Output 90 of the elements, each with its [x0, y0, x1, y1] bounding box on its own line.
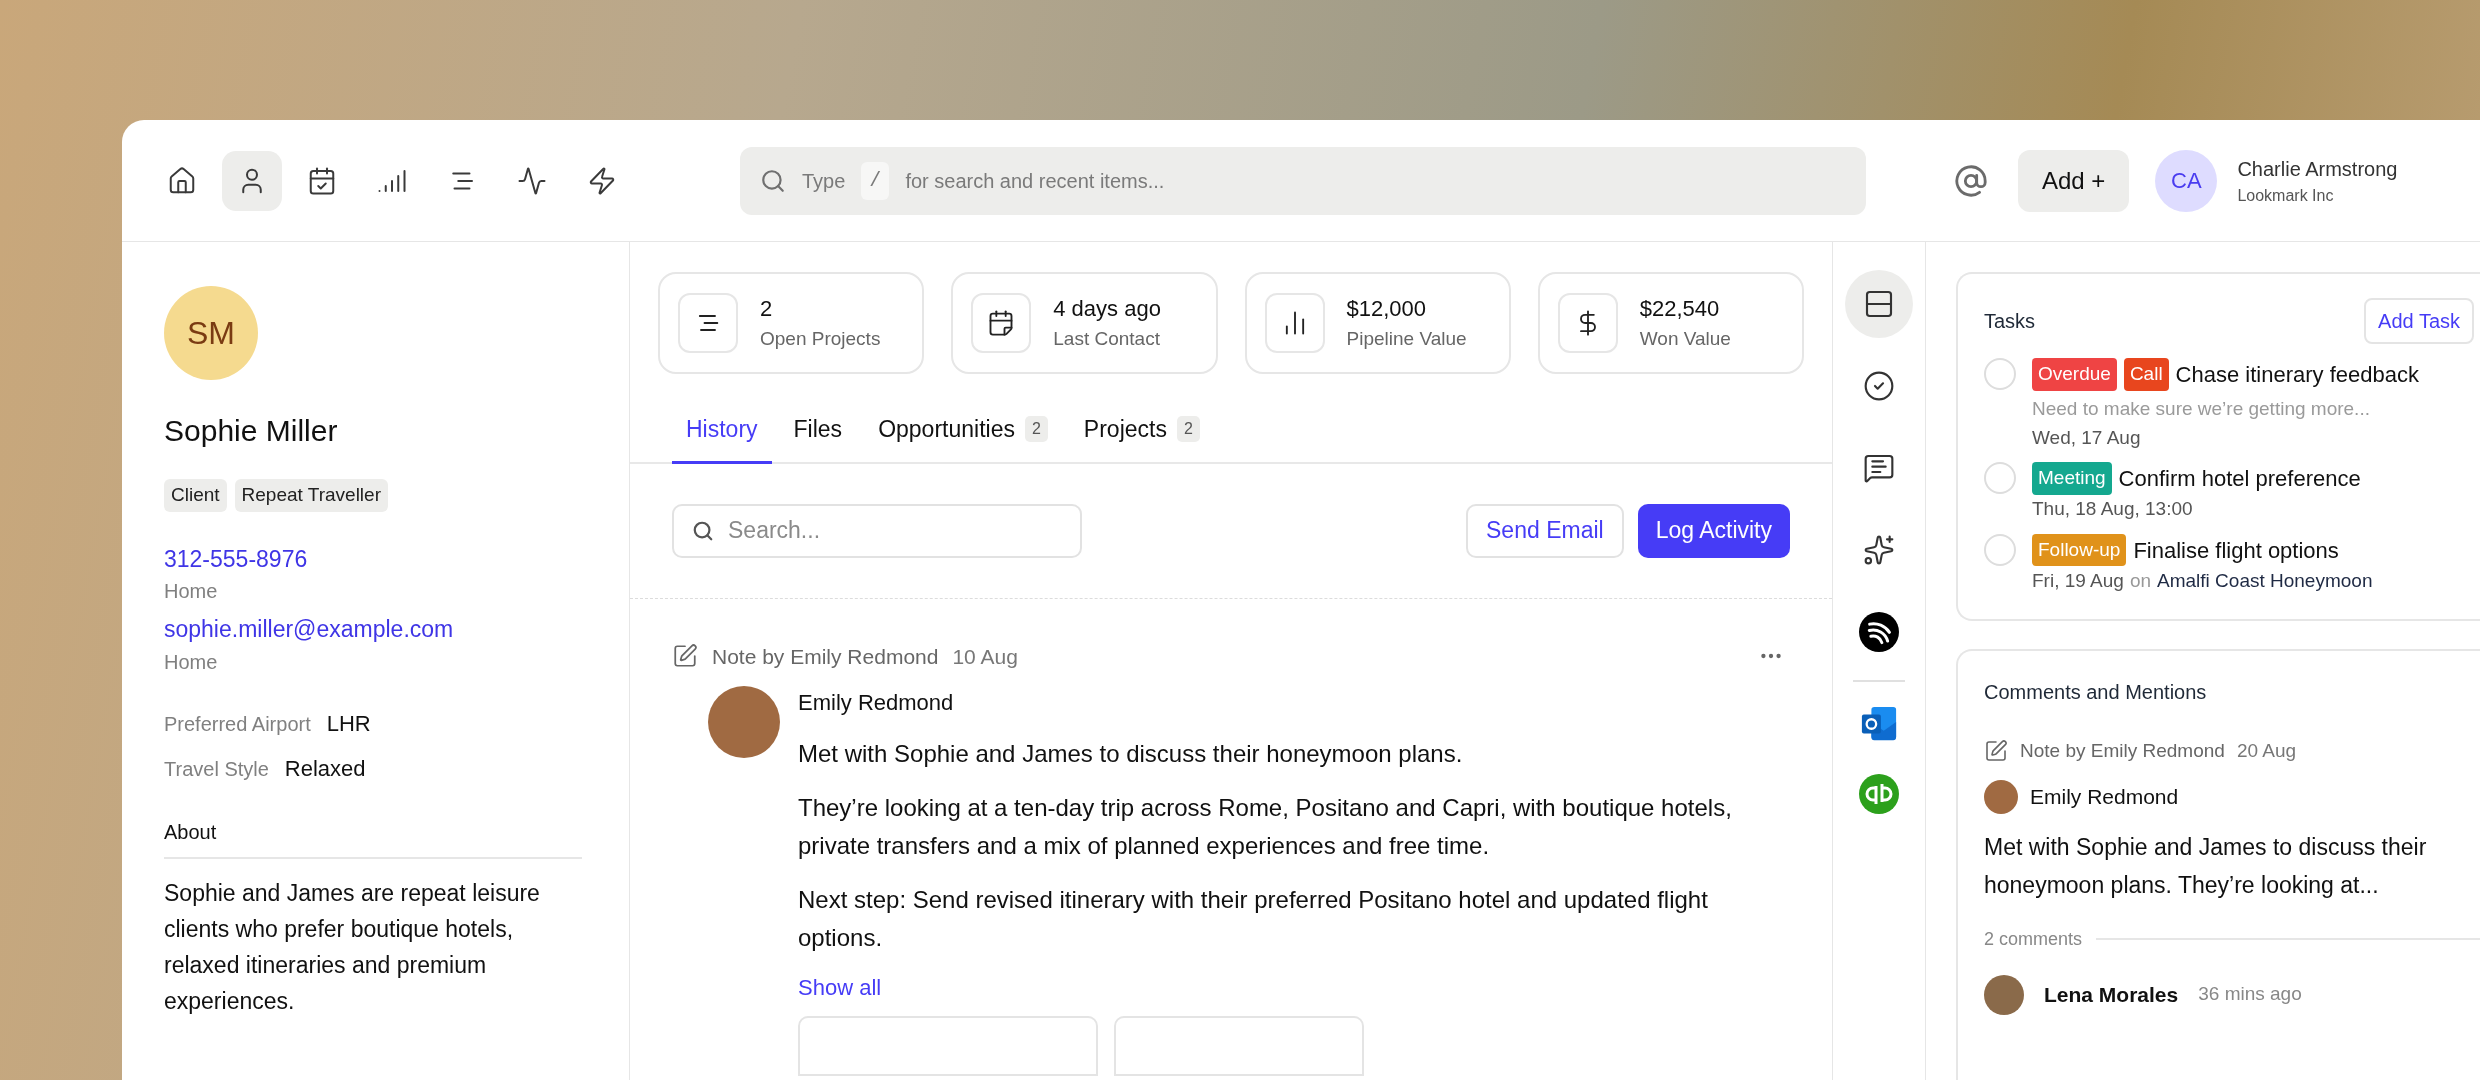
- task-checkbox[interactable]: [1984, 533, 2016, 566]
- tab-count: 2: [1024, 416, 1048, 443]
- sparkles-icon: [1863, 534, 1895, 566]
- task-checkbox[interactable]: [1984, 358, 2016, 390]
- search-icon: [692, 519, 714, 542]
- author-avatar: [1984, 779, 2018, 814]
- stat-label: Pipeline Value: [1346, 327, 1467, 352]
- task-tag: Call: [2123, 358, 2169, 391]
- task-date: Thu, 18 Aug, 13:00: [2032, 497, 2193, 521]
- mention-icon[interactable]: [1954, 163, 1988, 198]
- message-icon: [1863, 452, 1895, 484]
- search-placeholder: for search and recent items...: [905, 168, 1165, 194]
- tab[interactable]: Opportunities 2: [864, 408, 1062, 464]
- nav-button[interactable]: [222, 150, 282, 211]
- user-avatar[interactable]: CA: [2155, 149, 2218, 212]
- contact-tag: Repeat Traveller: [234, 479, 388, 512]
- note-date: 10 Aug: [952, 643, 1018, 670]
- history-search-field[interactable]: Search...: [672, 503, 1082, 558]
- task-tag: Meeting: [2032, 462, 2112, 495]
- stat-value: 2: [760, 295, 774, 324]
- note-paragraph: Met with Sophie and James to discuss their honeymoon plans.: [798, 739, 1464, 769]
- comment-count: 2 comments: [1984, 927, 2083, 951]
- task-project-link[interactable]: Amalfi Coast Honeymoon: [2157, 566, 2373, 595]
- field-value: Relaxed: [284, 754, 366, 783]
- accounting-app-icon[interactable]: [1859, 774, 1899, 814]
- home-icon: [167, 165, 197, 196]
- field-value: LHR: [326, 709, 371, 738]
- add-task-button[interactable]: Add Task: [2364, 298, 2474, 344]
- note-icon: [1984, 739, 2008, 764]
- contact-avatar: SM: [164, 286, 258, 380]
- about-text: Sophie and James are repeat leisure clients who prefer boutique hotels, relaxed itineraries and premium experiences.: [164, 878, 541, 1016]
- tasks-title: Tasks: [1984, 309, 2036, 334]
- note-paragraph: Next step: Send revised itinerary with their preferred Positano hotel and updated flight options.: [798, 885, 1709, 953]
- note-paragraph: They’re looking at a ten-day trip across Rome, Positano and Capri, with boutique hotels, private transfers and a mix of planned experiences and free time.: [798, 793, 1733, 861]
- search-field[interactable]: Type / for search and recent items...: [740, 146, 1866, 215]
- author-name: Emily Redmond: [798, 689, 955, 717]
- stat-label: Open Projects: [760, 327, 881, 352]
- note-date: 20 Aug: [2236, 739, 2297, 763]
- contact-name: Sophie Miller: [164, 413, 339, 449]
- contact-label: Home: [164, 579, 219, 604]
- stat-value: $22,540: [1639, 295, 1721, 324]
- log-activity-button[interactable]: Log Activity: [1637, 503, 1790, 558]
- note-title: Note by Emily Redmond: [712, 643, 939, 670]
- contact-link[interactable]: 312-555-8976: [164, 541, 587, 576]
- contact-link[interactable]: sophie.miller@example.com: [164, 612, 587, 647]
- task-tag: Overdue: [2032, 358, 2117, 391]
- add-button[interactable]: Add +: [2018, 149, 2130, 212]
- about-heading: About: [164, 816, 582, 859]
- task-note: Need to make sure we’re getting more...: [2032, 397, 2371, 421]
- author-name: Emily Redmond: [2030, 783, 2179, 810]
- tab-count: 2: [1176, 416, 1200, 443]
- comment-text: Met with Sophie and James to discuss their honeymoon plans. They’re looking at...: [1984, 832, 2428, 900]
- show-all-link[interactable]: Show all: [798, 971, 882, 1004]
- search-icon: [760, 167, 786, 194]
- contact-tag: Client: [164, 479, 227, 512]
- stat-label: Last Contact: [1053, 327, 1161, 352]
- task-connector: on: [2129, 568, 2152, 593]
- company-name: Lookmark Inc: [2237, 185, 2335, 206]
- comments-title: Comments and Mentions: [1984, 680, 2208, 705]
- task-date: Wed, 17 Aug: [2032, 425, 2141, 450]
- calendar-check-icon: [307, 165, 337, 196]
- activity-icon: [517, 165, 547, 196]
- task-title: Confirm hotel preference: [2118, 465, 2361, 493]
- send-email-button[interactable]: Send Email: [1466, 503, 1624, 558]
- rows-icon: [1863, 288, 1895, 320]
- user-name: Charlie Armstrong: [2237, 156, 2398, 182]
- commenter-avatar: [1984, 974, 2024, 1015]
- task-tag: Follow-up: [2032, 533, 2127, 567]
- note-icon: [672, 643, 698, 670]
- tab[interactable]: History: [672, 408, 772, 464]
- task-title: Chase itinerary feedback: [2175, 361, 2419, 389]
- tab[interactable]: Files: [779, 408, 857, 464]
- commenter-name: Lena Morales: [2044, 981, 2179, 1008]
- task-date: Fri, 19 Aug: [2032, 568, 2124, 593]
- stat-value: 4 days ago: [1053, 295, 1161, 324]
- feed-logo-icon: [1859, 612, 1899, 652]
- shortcut-key: /: [861, 161, 890, 200]
- tab[interactable]: Projects 2: [1069, 408, 1214, 464]
- stat-label: Won Value: [1639, 327, 1731, 352]
- note-title: Note by Emily Redmond: [2020, 739, 2225, 763]
- comment-time: 36 mins ago: [2198, 982, 2302, 1007]
- contact-label: Home: [164, 649, 219, 675]
- check-circle-icon: [1863, 370, 1895, 402]
- stat-value: $12,000: [1346, 295, 1428, 324]
- search-hint: Type: [802, 168, 846, 194]
- lightning-icon: [587, 165, 617, 196]
- task-title: Finalise flight options: [2133, 536, 2339, 565]
- task-checkbox[interactable]: [1984, 462, 2016, 494]
- field-label: Travel Style: [164, 756, 269, 782]
- field-label: Preferred Airport: [164, 711, 311, 737]
